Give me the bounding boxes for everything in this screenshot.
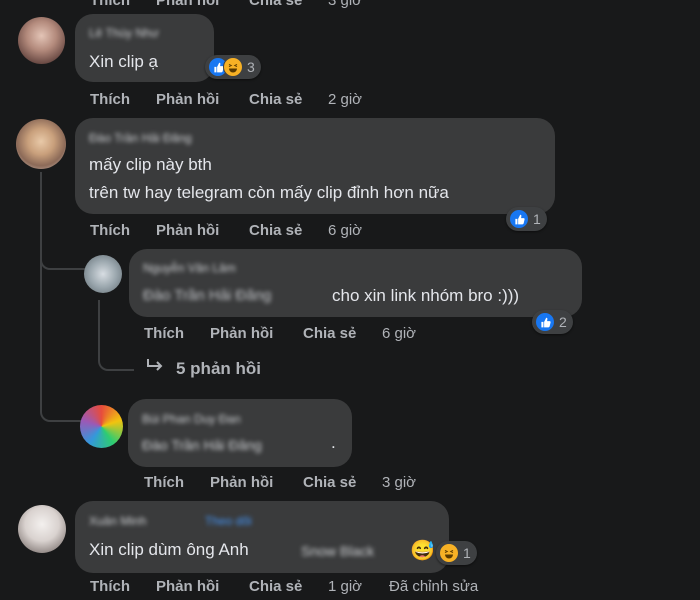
comment-bubble: Xuân Minh Theo dõi Xin clip dùm ông Anh …: [75, 501, 449, 573]
share-button[interactable]: Chia sẻ: [249, 0, 302, 9]
reply-button[interactable]: Phản hồi: [210, 325, 273, 342]
timestamp[interactable]: 3 giờ: [328, 0, 362, 9]
timestamp[interactable]: 2 giờ: [328, 91, 362, 108]
reply-button[interactable]: Phản hồi: [156, 0, 219, 9]
timestamp[interactable]: 3 giờ: [382, 474, 416, 491]
thread-line: [98, 300, 134, 371]
reply-button[interactable]: Phản hồi: [156, 578, 219, 595]
commenter-name[interactable]: Đào Trần Hải Đăng: [89, 131, 192, 145]
view-more-replies[interactable]: 5 phản hồi: [146, 358, 261, 379]
reaction-count: 2: [559, 314, 567, 330]
reaction-count: 3: [247, 59, 255, 75]
mention-link[interactable]: Đào Trần Hải Đăng: [142, 437, 262, 453]
reaction-count: 1: [533, 211, 541, 227]
reply-button[interactable]: Phản hồi: [156, 91, 219, 108]
like-icon: [509, 209, 529, 229]
like-icon: [535, 312, 555, 332]
like-button[interactable]: Thích: [90, 222, 130, 239]
mention-link[interactable]: Đào Trần Hải Đăng: [143, 287, 271, 304]
comment-text: trên tw hay telegram còn mấy clip đỉnh h…: [89, 183, 449, 202]
sweat-smile-icon: 😅: [410, 540, 435, 562]
avatar[interactable]: [18, 505, 66, 553]
comment-bubble: Đào Trần Hải Đăng mấy clip này bth trên …: [75, 118, 555, 214]
timestamp[interactable]: 6 giờ: [328, 222, 362, 239]
reply-bubble: Bùi Phan Duy Đan Đào Trần Hải Đăng .: [128, 399, 352, 467]
commenter-name[interactable]: Nguyễn Văn Lâm: [143, 261, 236, 275]
like-button[interactable]: Thích: [144, 474, 184, 491]
avatar[interactable]: [84, 255, 122, 293]
commenter-name[interactable]: Lê Thúy Như: [89, 26, 159, 40]
share-button[interactable]: Chia sẻ: [249, 222, 302, 239]
reaction-summary[interactable]: 2: [532, 310, 573, 334]
share-button[interactable]: Chia sẻ: [303, 474, 356, 491]
commenter-name[interactable]: Bùi Phan Duy Đan: [142, 412, 241, 426]
reply-bubble: Nguyễn Văn Lâm Đào Trần Hải Đăng cho xin…: [129, 249, 582, 317]
reaction-summary[interactable]: 1: [506, 207, 547, 231]
avatar[interactable]: [18, 17, 65, 64]
timestamp[interactable]: 6 giờ: [382, 325, 416, 342]
comment-text: Xin clip ạ: [89, 52, 158, 71]
follow-link[interactable]: Theo dõi: [205, 514, 252, 528]
reaction-summary[interactable]: 1: [436, 541, 477, 565]
share-button[interactable]: Chia sẻ: [249, 578, 302, 595]
like-button[interactable]: Thích: [90, 578, 130, 595]
commenter-name[interactable]: Xuân Minh: [89, 514, 146, 528]
reply-button[interactable]: Phản hồi: [156, 222, 219, 239]
share-button[interactable]: Chia sẻ: [303, 325, 356, 342]
like-button[interactable]: Thích: [90, 0, 130, 9]
view-more-replies-label: 5 phản hồi: [176, 358, 261, 378]
haha-icon: [223, 57, 243, 77]
reply-text: cho xin link nhóm bro :))): [332, 286, 520, 305]
like-button[interactable]: Thích: [144, 325, 184, 342]
comment-bubble: Lê Thúy Như Xin clip ạ: [75, 14, 214, 82]
mention-link[interactable]: Snow Black: [301, 543, 374, 559]
haha-icon: [439, 543, 459, 563]
avatar[interactable]: [80, 405, 123, 448]
share-button[interactable]: Chia sẻ: [249, 91, 302, 108]
reaction-summary[interactable]: 3: [205, 55, 261, 79]
avatar[interactable]: [16, 119, 66, 169]
reaction-count: 1: [463, 545, 471, 561]
comment-text: mấy clip này bth: [89, 155, 212, 174]
like-button[interactable]: Thích: [90, 91, 130, 108]
reply-arrow-icon: [146, 358, 168, 379]
comment-text: Xin clip dùm ông Anh: [89, 540, 249, 559]
edited-label: Đã chỉnh sửa: [389, 578, 479, 595]
reply-button[interactable]: Phản hồi: [210, 474, 273, 491]
reply-text: .: [331, 433, 336, 452]
timestamp[interactable]: 1 giờ: [328, 578, 362, 595]
